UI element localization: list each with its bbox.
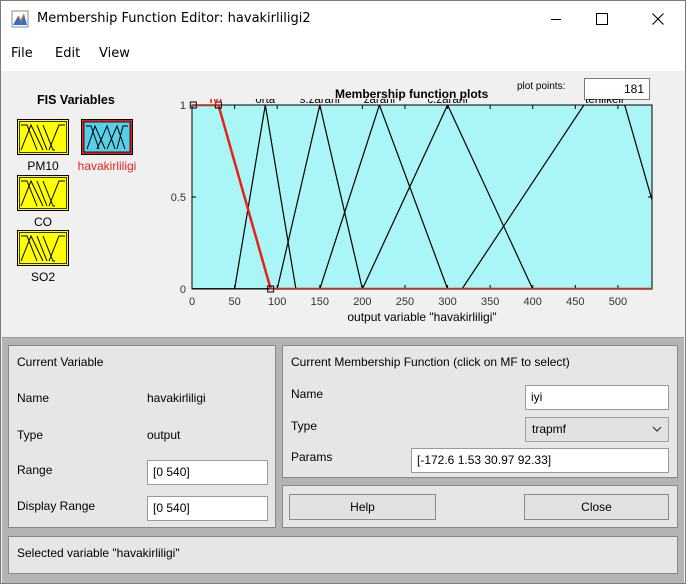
cv-type-label: Type <box>17 428 44 442</box>
maximize-icon <box>596 13 608 25</box>
matlab-app-icon <box>11 10 29 28</box>
cv-display-range-input[interactable]: [0 540] <box>147 496 268 521</box>
mf-thumbnail-icon <box>17 175 69 211</box>
mf-type-select[interactable]: trapmf <box>525 417 669 442</box>
x-tick-label: 500 <box>609 296 627 308</box>
x-tick-label: 450 <box>566 296 584 308</box>
mf-label-tehlikeli: tehlikeli <box>585 99 623 106</box>
cv-type-value: output <box>147 428 181 442</box>
title-bar: Membership Function Editor: havakirlilig… <box>1 1 685 37</box>
mf-params-label: Params <box>291 450 333 464</box>
mf-thumbnail-icon <box>17 230 69 266</box>
menu-file[interactable]: File <box>11 46 33 61</box>
current-mf-panel: Current Membership Function (click on MF… <box>282 345 678 478</box>
mf-params-input[interactable]: [-172.6 1.53 30.97 92.33] <box>411 448 669 473</box>
mf-name-label: Name <box>291 387 324 401</box>
upper-area: FIS Variables PM10 CO SO2 havakirliligi … <box>1 71 685 337</box>
buttons-panel: Help Close <box>282 485 678 528</box>
mf-editor-window: Membership Function Editor: havakirlilig… <box>0 0 686 584</box>
mf-name-input[interactable]: iyi <box>525 385 669 410</box>
mf-plot[interactable]: 0 50 100 150 200 250 300 350 400 450 500 0 0.5 1 orta s… <box>161 99 661 337</box>
x-tick-label: 150 <box>311 296 329 308</box>
input-var-pm10-tile[interactable] <box>17 119 69 155</box>
plot-points-input[interactable] <box>584 78 650 100</box>
x-tick-label: 50 <box>228 296 240 308</box>
x-tick-label: 0 <box>189 296 195 308</box>
current-variable-title: Current Variable <box>17 355 104 369</box>
output-var-havakirliligi-tile[interactable] <box>81 119 133 155</box>
mf-label-iyi: iyi <box>209 99 222 106</box>
current-variable-panel: Current Variable Name havakirliligi Type… <box>8 345 276 528</box>
fis-variables-title: FIS Variables <box>37 93 115 107</box>
window-title: Membership Function Editor: havakirlilig… <box>37 11 311 26</box>
close-button[interactable]: Close <box>524 494 669 520</box>
chevron-down-icon <box>652 426 662 432</box>
mf-thumbnail-icon <box>81 119 133 155</box>
help-button[interactable]: Help <box>289 494 436 520</box>
input-var-co-label: CO <box>34 215 52 229</box>
lower-area: Current Variable Name havakirliligi Type… <box>2 337 684 583</box>
menu-edit[interactable]: Edit <box>55 46 80 61</box>
mf-label-zararli: zararli <box>364 99 395 106</box>
cv-name-value: havakirliligi <box>147 391 206 405</box>
input-var-co-tile[interactable] <box>17 175 69 211</box>
minimize-button[interactable] <box>533 1 579 37</box>
menu-bar: File Edit View <box>1 37 685 71</box>
y-tick-label: 0.5 <box>171 192 186 204</box>
plot-points-label: plot points: <box>517 81 566 92</box>
cv-display-range-label: Display Range <box>17 499 96 513</box>
x-tick-label: 300 <box>438 296 456 308</box>
x-tick-label: 200 <box>353 296 371 308</box>
cv-name-label: Name <box>17 391 50 405</box>
menu-view[interactable]: View <box>99 46 130 61</box>
current-mf-title: Current Membership Function (click on MF… <box>291 355 570 369</box>
input-var-so2-tile[interactable] <box>17 230 69 266</box>
x-tick-label: 400 <box>524 296 542 308</box>
x-tick-label: 250 <box>396 296 414 308</box>
mf-label-c-zararli: c.zararli <box>427 99 467 106</box>
mf-type-value: trapmf <box>532 422 567 436</box>
cv-range-input[interactable]: [0 540] <box>147 460 268 485</box>
maximize-button[interactable] <box>579 1 625 37</box>
x-tick-label: 100 <box>268 296 286 308</box>
close-icon <box>652 13 664 25</box>
minimize-icon <box>551 19 561 20</box>
x-axis-label: output variable "havakirliligi" <box>347 310 496 324</box>
mf-label-s-zararli: s.zararli <box>300 99 340 106</box>
x-tick-label: 350 <box>481 296 499 308</box>
status-bar: Selected variable "havakirliligi" <box>8 536 678 574</box>
mf-type-label: Type <box>291 419 318 433</box>
status-text: Selected variable "havakirliligi" <box>17 546 180 560</box>
input-var-so2-label: SO2 <box>30 270 55 284</box>
mf-thumbnail-icon <box>17 119 69 155</box>
output-var-havakirliligi-label: havakirliligi <box>77 159 137 173</box>
y-tick-label: 1 <box>180 100 186 112</box>
y-tick-label: 0 <box>180 284 186 296</box>
mf-label-orta: orta <box>255 99 275 106</box>
cv-range-label: Range <box>17 463 53 477</box>
close-window-button[interactable] <box>635 1 681 37</box>
